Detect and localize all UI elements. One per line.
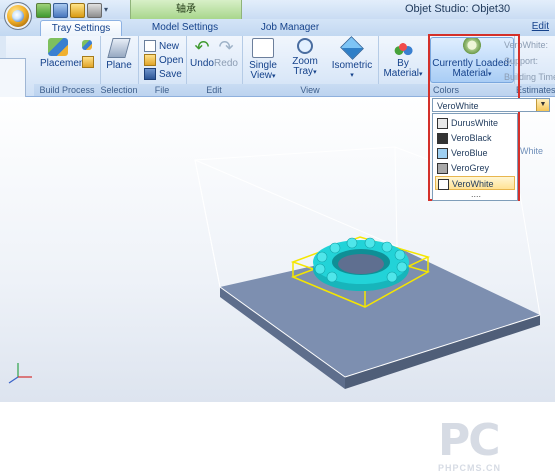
redo-label: Redo bbox=[214, 58, 238, 69]
material-item-label: VeroBlack bbox=[451, 133, 492, 143]
edit-link[interactable]: Edit bbox=[532, 21, 549, 32]
open-button[interactable]: Open bbox=[144, 54, 183, 66]
material-item-veroblue[interactable]: VeroBlue bbox=[435, 146, 515, 160]
group-label-selection: Selection bbox=[100, 84, 138, 96]
save-button[interactable]: Save bbox=[144, 68, 182, 80]
watermark-logo: PC bbox=[438, 415, 501, 466]
orb-icon bbox=[12, 10, 24, 22]
swatch-icon bbox=[437, 118, 448, 129]
group-file: New Open Save File bbox=[138, 36, 187, 96]
materials-icon bbox=[393, 38, 413, 56]
group-edit: ↶ Undo ↷ Redo Edit bbox=[186, 36, 243, 96]
save-icon[interactable] bbox=[70, 3, 85, 18]
material-item-verogrey[interactable]: VeroGrey bbox=[435, 161, 515, 175]
open-label: Open bbox=[159, 54, 184, 66]
combobox-arrow-icon[interactable]: ▼ bbox=[536, 99, 549, 111]
plane-icon bbox=[107, 38, 131, 58]
placement-label: Placement bbox=[40, 58, 88, 69]
zoom-tray-button[interactable]: Zoom Tray▾ bbox=[288, 38, 322, 78]
watermark: PC PHPCMS.CN bbox=[438, 419, 501, 473]
caret-down-icon: ▾ bbox=[419, 71, 423, 78]
redo-icon: ↷ bbox=[218, 37, 234, 57]
material-item-label: VeroGrey bbox=[451, 163, 490, 173]
material-item-label: VeroBlue bbox=[451, 148, 488, 158]
group-label-view: View bbox=[242, 84, 378, 96]
build-icon bbox=[82, 56, 94, 68]
open-icon[interactable] bbox=[53, 3, 68, 18]
by-material-button[interactable]: By Material▾ bbox=[382, 38, 424, 80]
group-selection: Plane Selection bbox=[100, 36, 139, 96]
folder-icon bbox=[144, 54, 156, 66]
arrange-button[interactable] bbox=[82, 40, 92, 50]
group-estimates: VeroWhite: Support: Building Time: Estim… bbox=[504, 36, 555, 107]
placement-icon bbox=[48, 38, 68, 56]
settings-icon[interactable] bbox=[87, 3, 102, 18]
material-item-verowhite[interactable]: VeroWhite bbox=[435, 176, 515, 190]
save-label: Save bbox=[159, 68, 182, 80]
new-icon bbox=[144, 40, 156, 52]
new-tray-icon[interactable] bbox=[36, 3, 51, 18]
by-material-label-2: Material bbox=[383, 68, 420, 79]
zoom-tray-label-2: Tray bbox=[293, 66, 314, 77]
group-label-build-process: Build Process bbox=[34, 84, 100, 96]
watermark-text: PHPCMS.CN bbox=[438, 463, 502, 473]
material-list: DurusWhite VeroBlack VeroBlue VeroGrey V… bbox=[432, 113, 518, 201]
swatch-icon bbox=[437, 133, 448, 144]
material-combobox-value: VeroWhite bbox=[437, 101, 479, 111]
single-view-button[interactable]: Single View▾ bbox=[246, 38, 280, 82]
group-build-process: Placement Build Process bbox=[34, 36, 101, 96]
isometric-label: Isometric bbox=[331, 60, 373, 71]
undo-icon: ↶ bbox=[194, 37, 210, 57]
single-view-icon bbox=[252, 38, 274, 58]
context-tab: 轴承 bbox=[130, 0, 242, 19]
material-item-duruswhite[interactable]: DurusWhite bbox=[435, 116, 515, 130]
zoom-icon bbox=[297, 38, 313, 54]
plane-label: Plane bbox=[106, 60, 132, 71]
axes-indicator bbox=[8, 363, 32, 384]
application-orb-button[interactable] bbox=[4, 2, 32, 30]
swatch-icon bbox=[437, 148, 448, 159]
disk-icon bbox=[144, 68, 156, 80]
build-button[interactable] bbox=[82, 56, 94, 68]
plane-button[interactable]: Plane bbox=[106, 38, 132, 71]
undo-label: Undo bbox=[190, 58, 214, 69]
tab-job-manager[interactable]: Job Manager bbox=[245, 20, 335, 36]
placement-button[interactable]: Placement bbox=[40, 38, 88, 69]
new-button[interactable]: New bbox=[144, 40, 179, 52]
tab-tray-settings[interactable]: Tray Settings bbox=[40, 20, 122, 37]
side-material-label: White bbox=[520, 146, 544, 156]
app-title: Objet Studio: Objet30 bbox=[405, 3, 511, 15]
material-item-veroblack[interactable]: VeroBlack bbox=[435, 131, 515, 145]
material-item-label: DurusWhite bbox=[451, 118, 499, 128]
caret-down-icon: ▾ bbox=[313, 69, 317, 76]
redo-button[interactable]: ↷ Redo bbox=[214, 38, 238, 69]
group-label-estimates: Estimates a bbox=[514, 84, 555, 107]
swatch-icon bbox=[437, 163, 448, 174]
single-view-label-2: View bbox=[250, 70, 272, 81]
group-label-edit: Edit bbox=[186, 84, 242, 96]
caret-down-icon: ▾ bbox=[271, 73, 276, 80]
more-items[interactable]: .... bbox=[471, 189, 481, 199]
swatch-icon bbox=[438, 179, 449, 190]
title-bar: ▾ 轴承 Objet Studio: Objet30 bbox=[0, 0, 555, 20]
caret-down-icon: ▾ bbox=[350, 72, 354, 79]
new-label: New bbox=[159, 40, 180, 52]
quick-access-toolbar: ▾ bbox=[36, 3, 112, 18]
tab-model-settings[interactable]: Model Settings bbox=[140, 20, 230, 36]
group-view: Single View▾ Zoom Tray▾ Isometric ▾ View bbox=[242, 36, 379, 96]
undo-button[interactable]: ↶ Undo bbox=[190, 38, 214, 69]
group-label-file: File bbox=[138, 84, 186, 96]
isometric-cube-icon bbox=[340, 36, 364, 60]
material-combobox[interactable]: VeroWhite ▼ bbox=[432, 98, 550, 112]
isometric-button[interactable]: Isometric ▾ bbox=[330, 36, 374, 81]
qat-dropdown-icon[interactable]: ▾ bbox=[104, 3, 112, 18]
arrange-icon bbox=[82, 40, 92, 50]
